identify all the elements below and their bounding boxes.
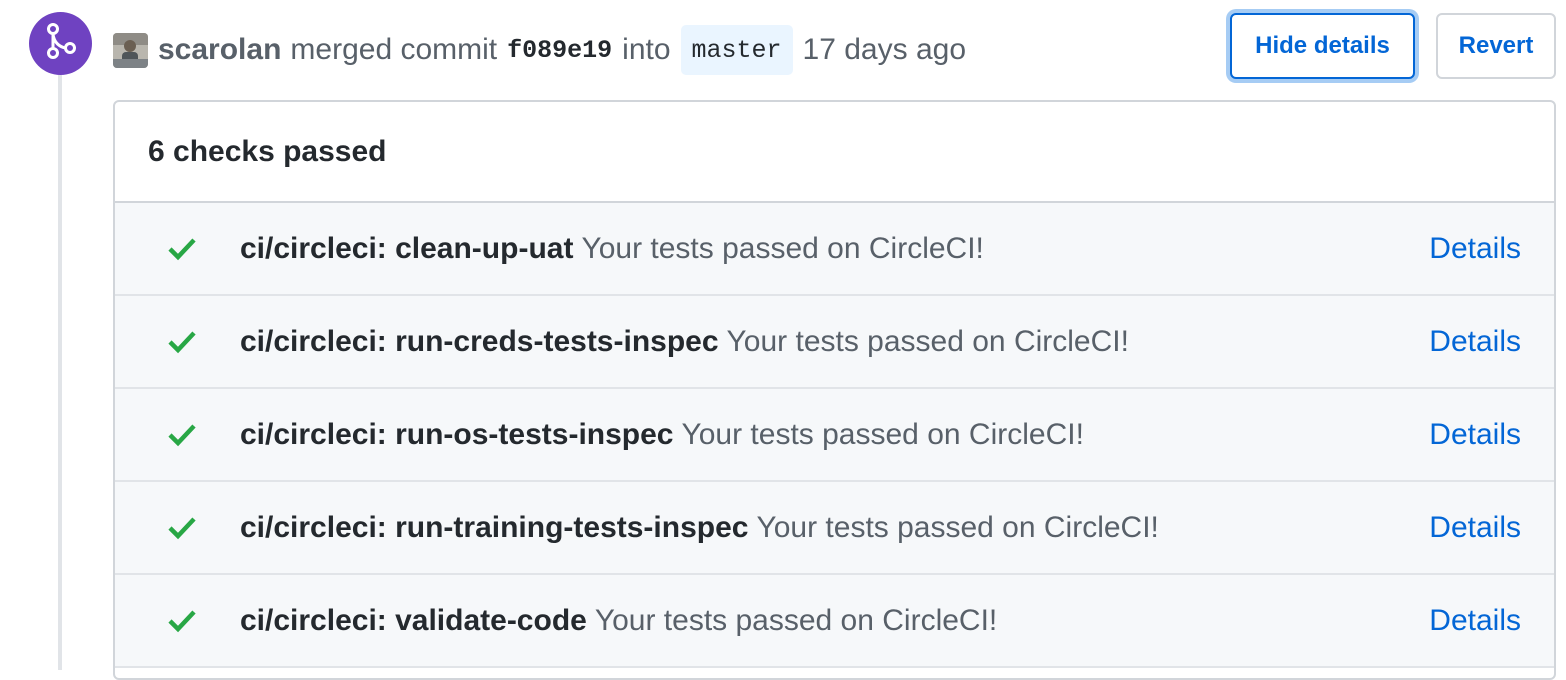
check-row: ci/circleci: clean-up-uat Your tests pass… bbox=[115, 203, 1554, 296]
check-text: ci/circleci: clean-up-uat Your tests pass… bbox=[240, 232, 984, 266]
check-icon bbox=[167, 420, 197, 450]
check-name: ci/circleci: run-os-tests-inspec bbox=[240, 417, 674, 451]
check-description: Your tests passed on CircleCI! bbox=[581, 231, 984, 265]
check-description: Your tests passed on CircleCI! bbox=[726, 324, 1129, 358]
check-details-link[interactable]: Details bbox=[1429, 232, 1521, 266]
merge-badge bbox=[29, 12, 92, 75]
check-row: ci/circleci: run-training-tests-inspec Yo… bbox=[115, 482, 1554, 575]
git-merge-icon bbox=[46, 23, 76, 64]
check-text: ci/circleci: run-os-tests-inspec Your tes… bbox=[240, 418, 1084, 452]
into-text: into bbox=[622, 33, 671, 66]
checks-summary: 6 checks passed bbox=[115, 102, 1554, 203]
check-text: ci/circleci: run-creds-tests-inspec Your … bbox=[240, 325, 1129, 359]
checks-panel: 6 checks passed ci/circleci: clean-up-ua… bbox=[113, 100, 1556, 680]
check-text: ci/circleci: run-training-tests-inspec Yo… bbox=[240, 511, 1159, 545]
merge-event-header: scarolan merged commit f089e19 into mast… bbox=[113, 22, 966, 78]
check-row: ci/circleci: run-os-tests-inspec Your tes… bbox=[115, 389, 1554, 482]
check-icon bbox=[167, 234, 197, 264]
check-details-link[interactable]: Details bbox=[1429, 604, 1521, 638]
check-row: ci/circleci: run-creds-tests-inspec Your … bbox=[115, 296, 1554, 389]
check-icon bbox=[167, 513, 197, 543]
commit-sha-link[interactable]: f089e19 bbox=[507, 36, 612, 65]
check-name: ci/circleci: run-training-tests-inspec bbox=[240, 510, 749, 544]
user-avatar[interactable] bbox=[113, 32, 148, 68]
check-name: ci/circleci: run-creds-tests-inspec bbox=[240, 324, 719, 358]
check-details-link[interactable]: Details bbox=[1429, 511, 1521, 545]
check-icon bbox=[167, 606, 197, 636]
timestamp[interactable]: 17 days ago bbox=[803, 33, 966, 67]
check-name: ci/circleci: clean-up-uat bbox=[240, 231, 574, 265]
check-icon bbox=[167, 327, 197, 357]
check-description: Your tests passed on CircleCI! bbox=[756, 510, 1159, 544]
timeline-line bbox=[58, 70, 62, 670]
check-text: ci/circleci: validate-code Your tests pas… bbox=[240, 604, 997, 638]
hide-details-button[interactable]: Hide details bbox=[1230, 13, 1415, 79]
check-description: Your tests passed on CircleCI! bbox=[681, 417, 1084, 451]
check-details-link[interactable]: Details bbox=[1429, 325, 1521, 359]
check-name: ci/circleci: validate-code bbox=[240, 603, 587, 637]
check-description: Your tests passed on CircleCI! bbox=[594, 603, 998, 637]
username-link[interactable]: scarolan bbox=[158, 33, 281, 67]
check-row: ci/circleci: validate-code Your tests pas… bbox=[115, 575, 1554, 668]
check-details-link[interactable]: Details bbox=[1429, 418, 1521, 452]
revert-button[interactable]: Revert bbox=[1436, 13, 1556, 79]
merged-commit-text: merged commit bbox=[290, 33, 498, 66]
branch-name[interactable]: master bbox=[680, 25, 793, 75]
